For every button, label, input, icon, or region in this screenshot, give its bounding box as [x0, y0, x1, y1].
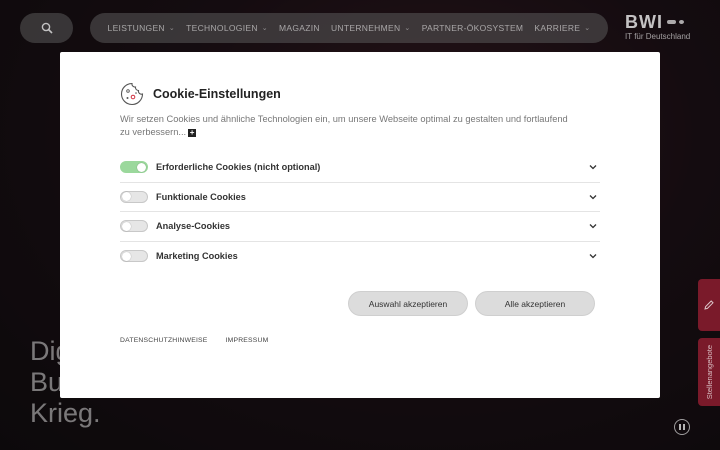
cookie-category-functional[interactable]: Funktionale Cookies: [120, 183, 600, 212]
toggle-required: [120, 161, 148, 174]
side-tab-contact[interactable]: [698, 279, 720, 331]
nav-item-leistungen[interactable]: LEISTUNGEN ⌄: [108, 23, 176, 33]
pause-icon: [679, 424, 681, 430]
side-tab-jobs[interactable]: Stellenangebote: [698, 338, 720, 406]
edit-icon: [704, 300, 714, 310]
logo-tagline: IT für Deutschland: [625, 32, 691, 41]
toggle-marketing[interactable]: [120, 250, 148, 263]
category-label: Analyse-Cookies: [156, 221, 231, 232]
cookie-category-analytics[interactable]: Analyse-Cookies: [120, 212, 600, 242]
nav-item-magazin[interactable]: MAGAZIN: [279, 23, 320, 33]
main-navigation: LEISTUNGEN ⌄ TECHNOLOGIEN ⌄ MAGAZIN UNTERN…: [90, 13, 608, 43]
logo-wordmark: BWI: [625, 12, 663, 32]
cookie-settings-dialog: Cookie-Einstellungen Wir setzen Cookies …: [60, 52, 660, 398]
dialog-description: Wir setzen Cookies und ähnliche Technolo…: [120, 114, 568, 137]
category-label: Erforderliche Cookies (nicht optional): [156, 162, 321, 173]
expand-more-icon[interactable]: +: [188, 128, 197, 137]
cookie-category-marketing[interactable]: Marketing Cookies: [120, 242, 600, 272]
chevron-down-icon[interactable]: [588, 192, 598, 202]
side-tab-jobs-label: Stellenangebote: [704, 344, 714, 400]
cookie-icon: [120, 82, 144, 106]
nav-item-unternehmen[interactable]: UNTERNEHMEN ⌄: [331, 23, 411, 33]
chevron-down-icon: ⌄: [261, 25, 268, 32]
toggle-analytics[interactable]: [120, 220, 148, 233]
category-label: Marketing Cookies: [156, 251, 238, 262]
accept-all-button[interactable]: Alle akzeptieren: [475, 291, 595, 316]
toggle-functional[interactable]: [120, 190, 148, 203]
nav-item-partner-oekosystem[interactable]: PARTNER-ÖKOSYSTEM: [422, 23, 524, 33]
cookie-category-required[interactable]: Erforderliche Cookies (nicht optional): [120, 153, 600, 183]
chevron-down-icon: ⌄: [584, 25, 591, 32]
bwi-logo[interactable]: BWI IT für Deutschland: [625, 12, 695, 46]
cookie-category-list: Erforderliche Cookies (nicht optional) F…: [120, 153, 600, 271]
accept-selection-button[interactable]: Auswahl akzeptieren: [348, 291, 468, 316]
chevron-down-icon[interactable]: [588, 221, 598, 231]
chevron-down-icon[interactable]: [588, 251, 598, 261]
imprint-link[interactable]: IMPRESSUM: [226, 337, 269, 344]
privacy-policy-link[interactable]: DATENSCHUTZHINWEISE: [120, 337, 208, 344]
pause-button[interactable]: [674, 419, 690, 435]
chevron-down-icon[interactable]: [588, 162, 598, 172]
search-icon: [41, 22, 53, 34]
logo-dots-icon: [667, 20, 684, 24]
chevron-down-icon: ⌄: [168, 25, 176, 32]
dialog-footer-links: DATENSCHUTZHINWEISE IMPRESSUM: [120, 337, 268, 344]
nav-item-karriere[interactable]: KARRIERE ⌄: [534, 23, 590, 33]
search-button[interactable]: [20, 13, 73, 43]
nav-item-technologien[interactable]: TECHNOLOGIEN ⌄: [186, 23, 268, 33]
dialog-title: Cookie-Einstellungen: [153, 87, 281, 101]
category-label: Funktionale Cookies: [156, 191, 246, 202]
dialog-header: Cookie-Einstellungen: [119, 81, 281, 107]
chevron-down-icon: ⌄: [404, 25, 411, 32]
